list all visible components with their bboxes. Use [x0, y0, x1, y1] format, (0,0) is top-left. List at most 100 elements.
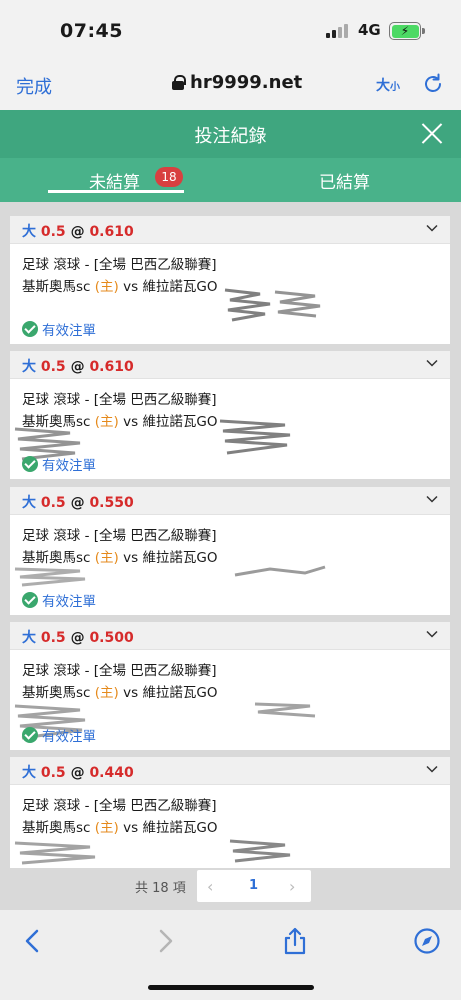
chevron-down-icon[interactable]: [426, 628, 438, 640]
reload-icon[interactable]: [420, 71, 446, 97]
check-icon: [22, 592, 38, 608]
total-count: 共 18 項: [135, 881, 186, 896]
status-time: 07:45: [60, 20, 123, 42]
match-league: 足球 滾球 - [全場 巴西乙級聯賽]: [22, 392, 217, 408]
match-teams: 基斯奧馬sc (主) vs 維拉諾瓦GO: [22, 276, 438, 298]
bet-card[interactable]: 大 0.5 @ 0.550 足球 滾球 - [全場 巴西乙級聯賽] 基斯奧馬sc…: [10, 487, 450, 615]
done-button[interactable]: 完成: [16, 73, 52, 99]
battery-icon: ⚡: [389, 22, 425, 40]
bet-card-header[interactable]: 大 0.5 @ 0.500: [10, 622, 450, 650]
network-label: 4G: [358, 21, 381, 39]
odds-value: 0.440: [89, 765, 134, 781]
over-label: 大: [22, 359, 36, 375]
match-teams: 基斯奧馬sc (主) vs 維拉諾瓦GO: [22, 682, 438, 704]
bet-status: 有效注單: [22, 590, 96, 610]
active-tab-indicator: [48, 190, 184, 193]
away-team: 維拉諾瓦GO: [142, 820, 218, 836]
next-page-button[interactable]: ›: [289, 877, 295, 896]
over-label: 大: [22, 224, 36, 240]
match-league: 足球 滾球 - [全場 巴西乙級聯賽]: [22, 663, 217, 679]
home-indicator: [148, 985, 314, 990]
chevron-down-icon[interactable]: [426, 222, 438, 234]
check-icon: [22, 321, 38, 337]
home-tag: (主): [94, 279, 119, 295]
match-league: 足球 滾球 - [全場 巴西乙級聯賽]: [22, 528, 217, 544]
page-title: 投注紀錄: [194, 126, 267, 147]
home-team: 基斯奧馬sc: [22, 820, 91, 836]
redaction-scribble: [14, 841, 96, 865]
match-teams: 基斯奧馬sc (主) vs 維拉諾瓦GO: [22, 547, 438, 569]
handicap-value: 0.5: [40, 359, 66, 375]
check-icon: [22, 456, 38, 472]
match-league: 足球 滾球 - [全場 巴西乙級聯賽]: [22, 257, 217, 273]
bet-card[interactable]: 大 0.5 @ 0.610 足球 滾球 - [全場 巴西乙級聯賽] 基斯奧馬sc…: [10, 216, 450, 344]
bet-line: 大 0.5 @ 0.500: [22, 627, 134, 647]
away-team: 維拉諾瓦GO: [142, 685, 218, 701]
over-label: 大: [22, 630, 36, 646]
signal-icon: [326, 24, 352, 38]
odds-value: 0.610: [89, 359, 134, 375]
close-icon[interactable]: [421, 122, 443, 144]
share-icon[interactable]: [280, 926, 310, 956]
home-tag: (主): [94, 414, 119, 430]
bet-status: 有效注單: [22, 725, 96, 745]
text-size-button[interactable]: 大小: [376, 75, 400, 95]
bet-card-header[interactable]: 大 0.5 @ 0.610: [10, 351, 450, 379]
bet-card[interactable]: 大 0.5 @ 0.500 足球 滾球 - [全場 巴西乙級聯賽] 基斯奧馬sc…: [10, 622, 450, 750]
bet-card-header[interactable]: 大 0.5 @ 0.610: [10, 216, 450, 244]
chevron-down-icon[interactable]: [426, 357, 438, 369]
home-team: 基斯奧馬sc: [22, 414, 91, 430]
tab-settled[interactable]: 已結算: [319, 168, 370, 193]
tab-bar: 未結算 已結算: [0, 158, 461, 202]
status-text: 有效注單: [42, 594, 96, 610]
text-size-big: 大: [376, 78, 390, 94]
handicap-value: 0.5: [40, 630, 66, 646]
bet-line: 大 0.5 @ 0.550: [22, 492, 134, 512]
unsettled-count-badge: 18: [155, 167, 183, 187]
text-size-small: 小: [390, 82, 400, 93]
bet-card[interactable]: 大 0.5 @ 0.440 足球 滾球 - [全場 巴西乙級聯賽] 基斯奧馬sc…: [10, 757, 450, 868]
chevron-down-icon[interactable]: [426, 493, 438, 505]
url-bar[interactable]: hr9999.net: [172, 72, 302, 93]
bet-card-header[interactable]: 大 0.5 @ 0.440: [10, 757, 450, 785]
match-teams: 基斯奧馬sc (主) vs 維拉諾瓦GO: [22, 411, 438, 433]
status-bar: 07:45 4G ⚡: [0, 0, 461, 60]
prev-page-button[interactable]: ‹: [207, 877, 213, 896]
at-sign: @: [70, 224, 85, 240]
bet-card-header[interactable]: 大 0.5 @ 0.550: [10, 487, 450, 515]
away-team: 維拉諾瓦GO: [142, 279, 218, 295]
away-team: 維拉諾瓦GO: [142, 550, 218, 566]
chevron-down-icon[interactable]: [426, 763, 438, 775]
over-label: 大: [22, 765, 36, 781]
home-tag: (主): [94, 685, 119, 701]
at-sign: @: [70, 359, 85, 375]
home-tag: (主): [94, 550, 119, 566]
at-sign: @: [70, 630, 85, 646]
odds-value: 0.500: [89, 630, 134, 646]
match-league: 足球 滾球 - [全場 巴西乙級聯賽]: [22, 798, 217, 814]
vs-label: vs: [123, 279, 139, 295]
forward-icon[interactable]: [150, 926, 180, 956]
bet-card[interactable]: 大 0.5 @ 0.610 足球 滾球 - [全場 巴西乙級聯賽] 基斯奧馬sc…: [10, 351, 450, 479]
vs-label: vs: [123, 685, 139, 701]
at-sign: @: [70, 495, 85, 511]
check-icon: [22, 727, 38, 743]
home-tag: (主): [94, 820, 119, 836]
vs-label: vs: [123, 550, 139, 566]
status-text: 有效注單: [42, 458, 96, 474]
compass-icon[interactable]: [412, 926, 442, 956]
match-teams: 基斯奧馬sc (主) vs 維拉諾瓦GO: [22, 817, 438, 839]
bet-status: 有效注單: [22, 319, 96, 339]
bet-line: 大 0.5 @ 0.610: [22, 221, 134, 241]
current-page[interactable]: 1: [249, 878, 258, 893]
over-label: 大: [22, 495, 36, 511]
handicap-value: 0.5: [40, 224, 66, 240]
home-team: 基斯奧馬sc: [22, 685, 91, 701]
back-icon[interactable]: [18, 926, 48, 956]
vs-label: vs: [123, 820, 139, 836]
handicap-value: 0.5: [40, 765, 66, 781]
bet-status: 有效注單: [22, 454, 96, 474]
status-text: 有效注單: [42, 729, 96, 745]
pager: ‹ 1 ›: [197, 870, 311, 902]
bet-line: 大 0.5 @ 0.610: [22, 356, 134, 376]
